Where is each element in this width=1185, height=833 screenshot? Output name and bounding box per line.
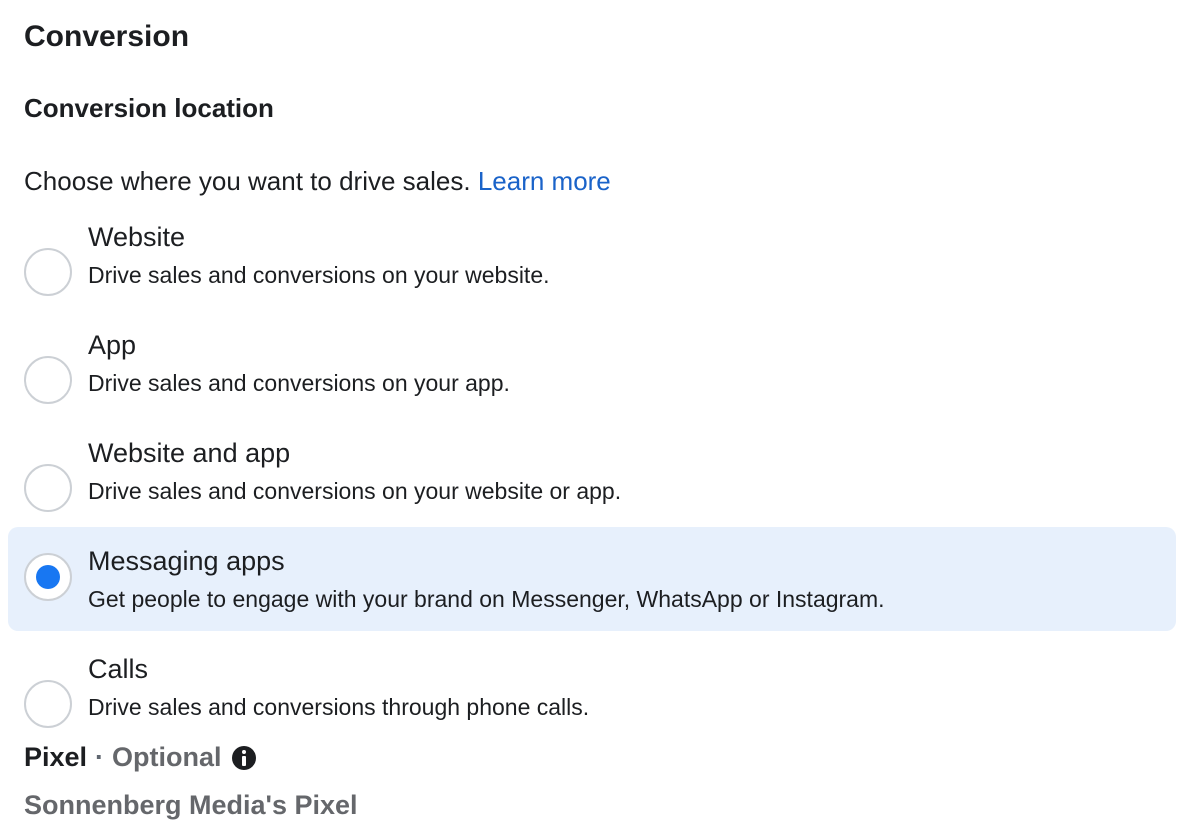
app-radio[interactable]: [24, 356, 72, 404]
option-label: Calls: [88, 654, 149, 684]
option-messaging-apps[interactable]: Messaging apps Get people to engage with…: [8, 527, 1176, 631]
pixel-label: Pixel: [24, 742, 88, 772]
website-radio[interactable]: [24, 248, 72, 296]
section-title: Conversion: [24, 20, 190, 53]
calls-radio[interactable]: [24, 680, 72, 728]
option-label: Website and app: [88, 438, 291, 468]
option-label: App: [88, 330, 137, 360]
option-description: Get people to engage with your brand on …: [88, 586, 885, 612]
info-icon[interactable]: [231, 745, 256, 770]
radio-selected-dot: [36, 565, 60, 589]
option-description: Drive sales and conversions on your webs…: [88, 478, 622, 504]
pixel-optional-label: Optional: [112, 742, 222, 772]
conversion-location-title: Conversion location: [24, 93, 274, 123]
pixel-header: Pixel · Optional: [24, 742, 256, 773]
option-app[interactable]: App Drive sales and conversions on your …: [8, 330, 1176, 434]
option-description: Drive sales and conversions on your app.: [88, 370, 510, 396]
option-description: Drive sales and conversions through phon…: [88, 694, 590, 720]
conversion-location-intro: Choose where you want to drive sales. Le…: [24, 166, 611, 197]
option-label: Website: [88, 222, 186, 252]
pixel-separator: ·: [95, 742, 105, 772]
learn-more-link[interactable]: Learn more: [478, 166, 611, 196]
intro-text: Choose where you want to drive sales.: [24, 166, 471, 196]
option-description: Drive sales and conversions on your webs…: [88, 262, 550, 288]
website-and-app-radio[interactable]: [24, 464, 72, 512]
pixel-name[interactable]: Sonnenberg Media's Pixel: [24, 790, 358, 821]
conversion-panel: Conversion Conversion location Choose wh…: [0, 0, 1185, 833]
messaging-apps-radio[interactable]: [24, 553, 72, 601]
option-label: Messaging apps: [88, 546, 285, 576]
option-website[interactable]: Website Drive sales and conversions on y…: [8, 222, 1176, 326]
